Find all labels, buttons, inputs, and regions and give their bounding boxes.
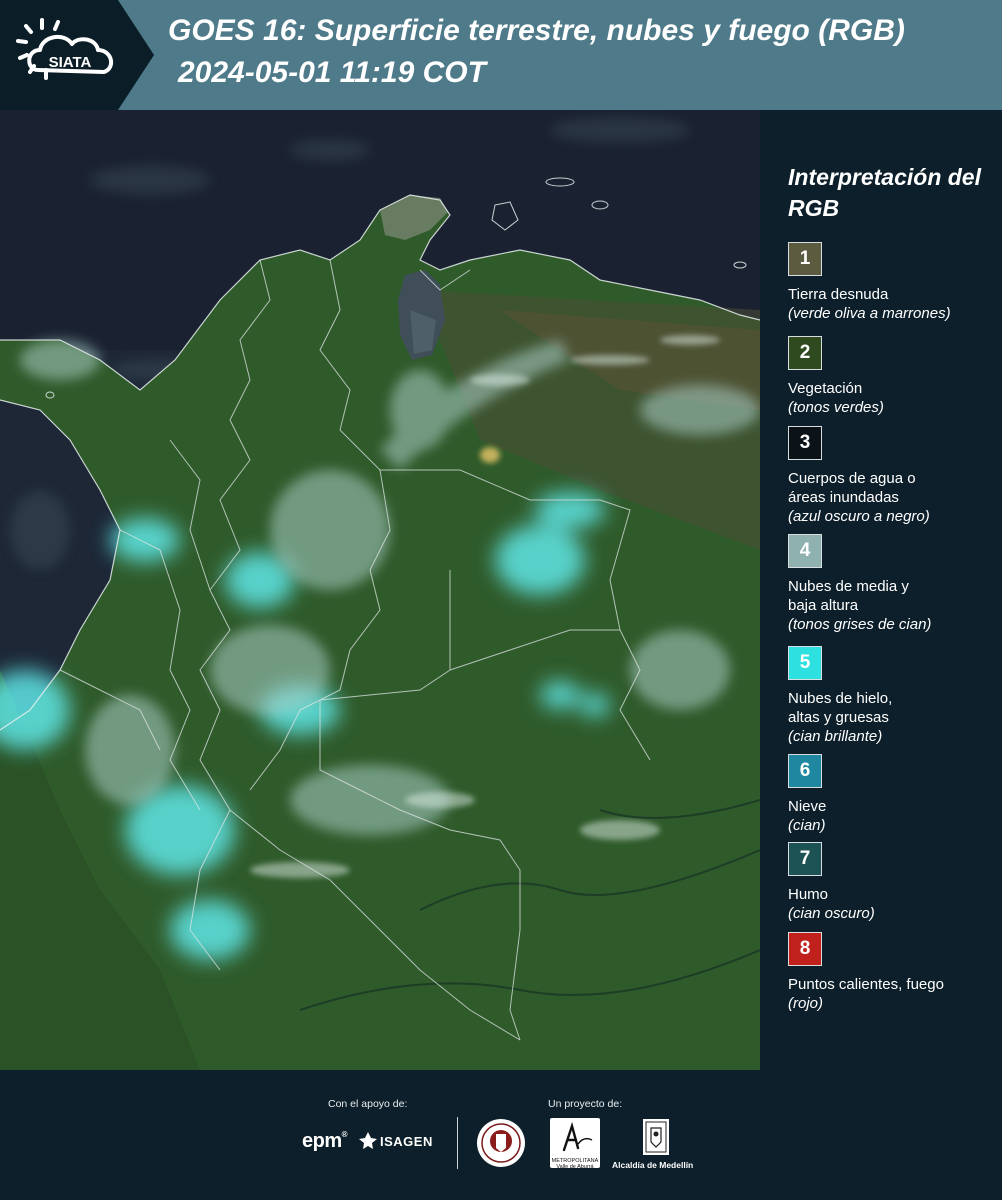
legend-swatch: 6 bbox=[788, 754, 822, 788]
page-timestamp: 2024-05-01 11:19 COT bbox=[178, 56, 486, 89]
area-metropolitana-text: METROPOLITANA Valle de Aburrá bbox=[551, 1158, 599, 1170]
legend-sublabel: (tonos grises de cian) bbox=[788, 616, 932, 633]
header: SIATA GOES 16: Superficie terrestre, nub… bbox=[0, 0, 1002, 110]
legend-label: Vegetación bbox=[788, 380, 863, 397]
legend-label: Cuerpos de agua o áreas inundadas bbox=[788, 470, 916, 506]
legend-item: 1 Tierra desnuda (verde oliva a marrones) bbox=[788, 242, 998, 323]
legend-sublabel: (tonos verdes) bbox=[788, 399, 884, 416]
isagen-icon bbox=[359, 1132, 377, 1149]
legend-label: Nubes de hielo, altas y gruesas bbox=[788, 690, 893, 726]
legend-label: Puntos calientes, fuego bbox=[788, 976, 944, 993]
epm-logo: epm® bbox=[302, 1130, 348, 1153]
project-caption: Un proyecto de: bbox=[548, 1098, 623, 1110]
legend-item: 3 Cuerpos de agua o áreas inundadas (azul o… bbox=[788, 426, 998, 526]
area-metropolitana-icon bbox=[562, 1121, 593, 1152]
legend-swatch: 2 bbox=[788, 336, 822, 370]
legend-sublabel: (cian oscuro) bbox=[788, 905, 875, 922]
legend-sublabel: (cian) bbox=[788, 817, 826, 834]
legend-item: 8 Puntos calientes, fuego (rojo) bbox=[788, 932, 998, 1013]
legend-label: Tierra desnuda bbox=[788, 286, 889, 303]
legend-panel: Interpretación del RGB 1 Tierra desnuda (v… bbox=[760, 110, 1002, 1070]
legend-item: 6 Nieve (cian) bbox=[788, 754, 998, 835]
epm-logo-text: epm bbox=[302, 1130, 342, 1152]
legend-item: 7 Humo (cian oscuro) bbox=[788, 842, 998, 923]
legend-sublabel: (azul oscuro a negro) bbox=[788, 508, 930, 525]
legend-title: Interpretación del RGB bbox=[788, 164, 981, 221]
legend-sublabel: (verde oliva a marrones) bbox=[788, 305, 951, 322]
legend-swatch: 1 bbox=[788, 242, 822, 276]
legend-sublabel: (rojo) bbox=[788, 995, 824, 1012]
legend-item: 2 Vegetación (tonos verdes) bbox=[788, 336, 998, 417]
isagen-logo: ISAGEN bbox=[380, 1134, 433, 1149]
footer-divider bbox=[457, 1117, 458, 1169]
legend-swatch: 7 bbox=[788, 842, 822, 876]
satellite-image bbox=[0, 110, 760, 1070]
legend-item: 5 Nubes de hielo, altas y gruesas (cian bri… bbox=[788, 646, 998, 746]
legend-label: Humo bbox=[788, 886, 829, 903]
legend-sublabel: (cian brillante) bbox=[788, 728, 883, 745]
legend-swatch: 4 bbox=[788, 534, 822, 568]
footer: Con el apoyo de: Un proyecto de: epm® IS… bbox=[0, 1070, 1002, 1200]
legend-item: 4 Nubes de media y baja altura (tonos grise… bbox=[788, 534, 998, 634]
logo-text: SIATA bbox=[49, 54, 92, 71]
alcaldia-text: Alcaldía de Medellín bbox=[612, 1160, 694, 1170]
siata-logo: SIATA bbox=[16, 18, 114, 80]
legend-swatch: 3 bbox=[788, 426, 822, 460]
area-line2: Valle de Aburrá bbox=[556, 1164, 594, 1170]
satellite-map[interactable] bbox=[0, 110, 760, 1070]
legend-swatch: 8 bbox=[788, 932, 822, 966]
registered-icon: ® bbox=[341, 1130, 348, 1139]
support-caption: Con el apoyo de: bbox=[328, 1098, 408, 1110]
legend-label: Nubes de media y baja altura bbox=[788, 578, 909, 614]
seal-icon bbox=[477, 1119, 525, 1167]
alcaldia-shield-icon bbox=[643, 1119, 669, 1155]
legend-label: Nieve bbox=[788, 798, 827, 815]
legend-swatch: 5 bbox=[788, 646, 822, 680]
page-title: GOES 16: Superficie terrestre, nubes y f… bbox=[168, 14, 905, 47]
